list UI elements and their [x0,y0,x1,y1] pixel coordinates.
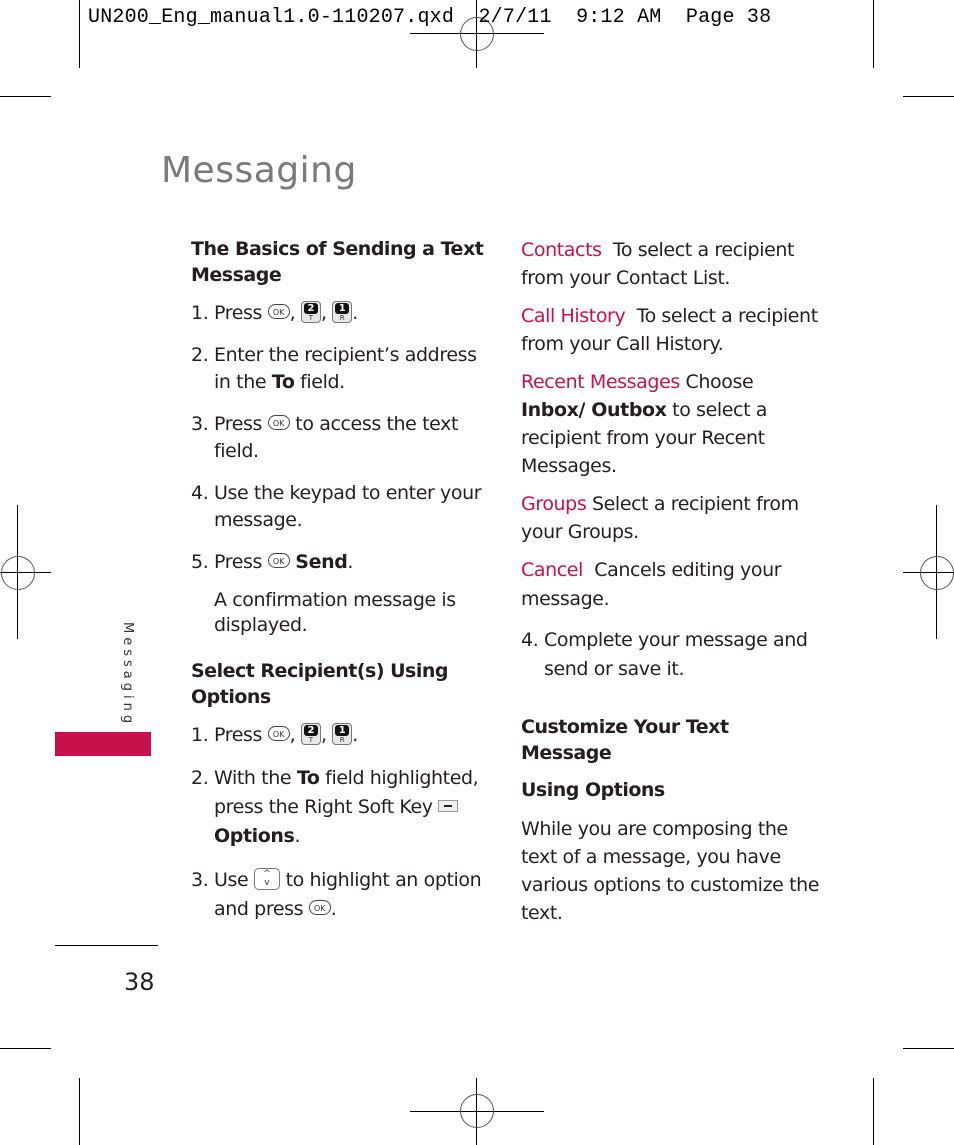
registration-circle [920,556,954,590]
separator: , [320,724,327,746]
separator: , [289,724,296,746]
ok-key-icon: OK [267,553,290,568]
step-text: Enter the recipient’s address in the [214,344,477,393]
footer-rule [55,945,158,946]
option-label: Contacts [521,239,602,261]
step-number: 4. [521,629,539,651]
step-text: Press [214,551,263,573]
section-heading: Customize Your Text Message [521,716,729,764]
step-text: . [347,551,354,573]
crop-mark [903,96,954,97]
option-item: Recent Messages Choose Inbox/ Outbox to … [521,368,821,480]
separator: , [289,302,296,324]
section-tab-marker [55,732,151,756]
step-number: 3. [191,869,209,891]
key-1-icon: 1R [332,300,353,323]
crop-mark [0,96,51,97]
step-item: 2. Enter the recipient’s address in the … [191,342,491,396]
crop-mark [903,1048,954,1049]
crop-mark [873,0,874,68]
step-item: 1. Press OK, 2T, 1R. [191,722,491,749]
step-number: 2. [191,767,209,789]
key-2-icon: 2T [300,300,321,323]
step-item: 3. Use ^ v to highlight an option and pre… [191,866,491,924]
step-number: 4. [191,482,209,504]
section-heading: Select Recipient(s) Using Options [191,660,449,708]
down-arrow: v [264,877,270,888]
crop-mark [79,1078,80,1145]
crop-mark [0,1048,51,1049]
step-text: Use [214,869,249,891]
step-text: Press [214,413,263,435]
left-column: The Basics of Sending a Text Message 1. … [191,236,491,939]
key-letter: T [308,313,314,322]
step-number: 1. [191,724,209,746]
ok-key-icon: OK [267,415,290,430]
option-item: Cancel Cancels editing your message. [521,556,821,614]
side-tab-label: Messaging [120,622,135,728]
key-digit: 1 [335,302,350,314]
action-name: Send [295,551,348,573]
key-letter: R [339,735,345,744]
registration-circle [460,1094,494,1128]
option-item: Contacts To select a recipient from your… [521,236,821,292]
option-label: Groups [521,493,587,515]
nav-up-down-key-icon: ^ v [253,867,280,890]
step-text: Press [214,302,263,324]
step-number: 1. [191,302,209,324]
ok-key-icon: OK [267,304,290,319]
menu-name: Inbox/ Outbox [521,399,667,421]
right-soft-key-icon [438,799,459,812]
step-number: 5. [191,551,209,573]
step-text: Complete your message and send or save i… [544,629,808,680]
note-text: A confirmation message is displayed. [214,589,456,636]
key-2-icon: 2T [300,722,321,745]
option-description: Choose [685,371,754,393]
step-item: 2. With the To field highlighted, press … [191,764,491,851]
separator: . [352,302,358,324]
separator: . [352,724,358,746]
page-title: Messaging [161,150,357,191]
step-text: field. [294,371,345,393]
right-column: Contacts To select a recipient from your… [521,236,821,927]
step-item: 5. Press OK Send. [191,549,491,576]
step-number: 2. [191,344,209,366]
step-text: . [330,898,337,920]
step-item: 1. Press OK, 2T, 1R. [191,300,491,327]
field-name: To [271,371,295,393]
field-name: To [296,767,320,789]
crop-mark [79,0,80,68]
step-item: 4. Complete your message and send or sav… [521,626,821,684]
option-label: Recent Messages [521,371,680,393]
key-digit: 1 [335,724,350,736]
option-item: Groups Select a recipient from your Grou… [521,490,821,546]
step-text: Use the keypad to enter your message. [214,482,482,531]
option-label: Call History [521,305,626,327]
step-text: . [294,825,301,847]
step-text: Press [214,724,263,746]
section-heading: Using Options [521,779,665,801]
crop-mark [873,1078,874,1145]
ok-key-icon: OK [308,900,331,915]
key-letter: T [308,735,314,744]
ok-key-icon: OK [267,726,290,741]
step-item: 3. Press OK to access the text field. [191,411,491,465]
registration-circle [1,556,35,590]
option-label: Cancel [521,559,583,581]
key-digit: 2 [303,302,318,314]
body-text: While you are composing the text of a me… [521,818,820,924]
print-slug: UN200_Eng_manual1.0-110207.qxd 2/7/11 9:… [88,6,772,29]
section-heading: The Basics of Sending a Text Message [191,238,484,286]
key-digit: 2 [303,724,318,736]
step-item: 4. Use the keypad to enter your message. [191,480,491,534]
key-1-icon: 1R [332,722,353,745]
key-letter: R [339,313,345,322]
option-item: Call History To select a recipient from … [521,302,821,358]
step-number: 3. [191,413,209,435]
separator: , [320,302,327,324]
menu-name: Options [214,825,295,847]
step-text: With the [214,767,297,789]
page-number: 38 [124,968,155,996]
